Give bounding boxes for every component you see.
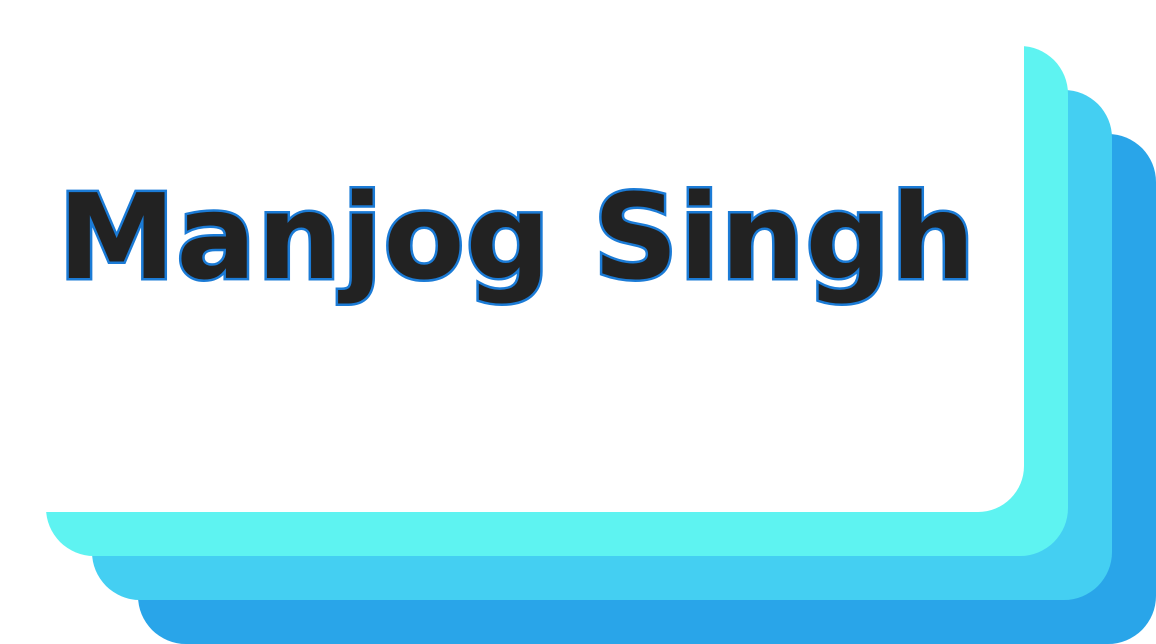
name-card-stack: Manjog Singh	[0, 0, 1156, 644]
name-card: Manjog Singh	[0, 0, 1024, 512]
name-title: Manjog Singh	[55, 168, 977, 306]
